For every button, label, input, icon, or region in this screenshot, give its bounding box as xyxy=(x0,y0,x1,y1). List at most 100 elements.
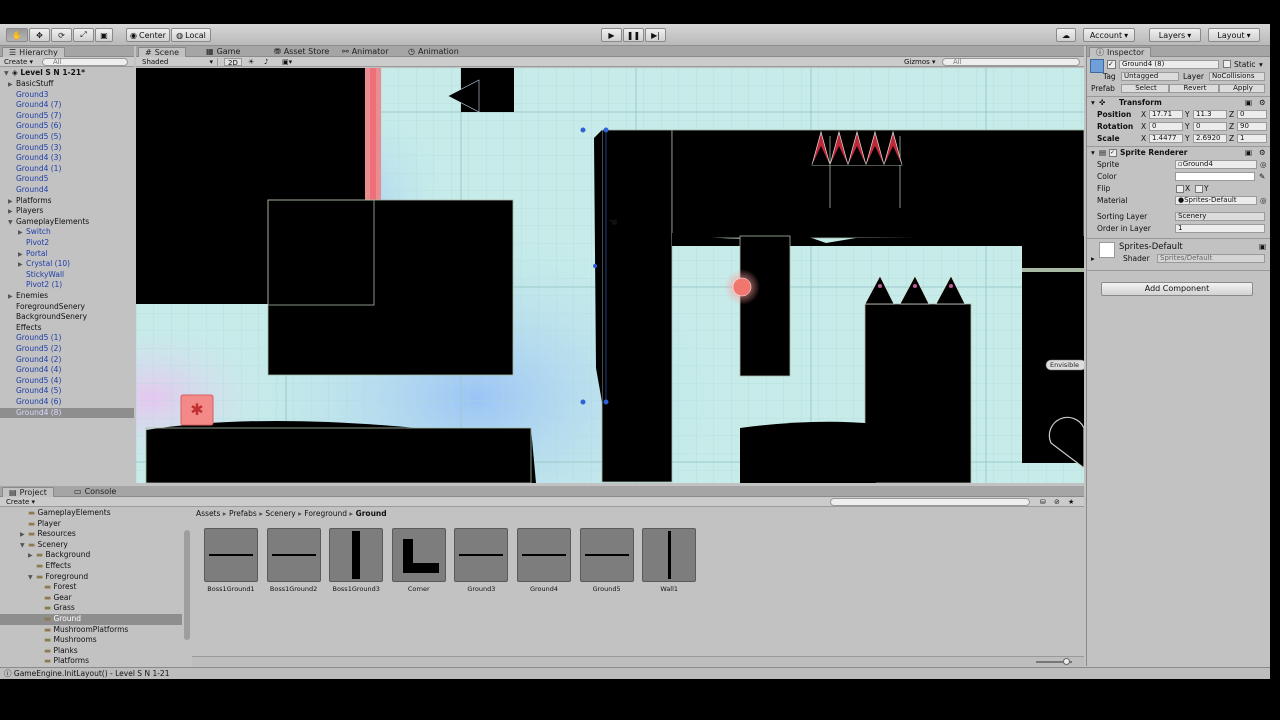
object-picker-icon[interactable]: ◎ xyxy=(1260,159,1267,171)
hierarchy-item[interactable]: Ground5 (6) xyxy=(0,121,134,132)
layer-dropdown[interactable]: NoCollisions xyxy=(1209,72,1265,81)
move-tool-icon[interactable]: ✥ xyxy=(29,28,50,42)
scale-tool-icon[interactable]: ⤢ xyxy=(73,28,94,42)
transform-header[interactable]: ▾ ✜ Transform ▣ ⚙ xyxy=(1087,97,1270,109)
material-field[interactable]: ●Sprites-Default xyxy=(1175,196,1257,205)
scale-y-field[interactable]: 2.6920 xyxy=(1193,134,1227,143)
rotation-y-field[interactable]: 0 xyxy=(1193,122,1227,131)
scene-root[interactable]: ▼ ◈ Level S N 1-21* xyxy=(4,68,134,79)
prefab-revert-button[interactable]: Revert xyxy=(1169,84,1219,93)
eyedropper-icon[interactable]: ✎ xyxy=(1259,171,1265,183)
gizmos-dropdown[interactable]: Gizmos ▾ xyxy=(904,58,936,66)
play-button[interactable]: ▶ xyxy=(601,28,622,42)
hierarchy-item[interactable]: ▶ BasicStuff xyxy=(0,79,134,90)
tab-inspector[interactable]: ⓘ Inspector xyxy=(1089,47,1152,57)
rotate-tool-icon[interactable]: ⟳ xyxy=(51,28,72,42)
project-create-button[interactable]: Create ▾ xyxy=(6,498,35,506)
prefab-apply-button[interactable]: Apply xyxy=(1219,84,1265,93)
rect-tool-icon[interactable]: ▣ xyxy=(95,28,113,42)
slider-handle[interactable] xyxy=(1063,658,1070,665)
chevron-right-icon[interactable]: ▸ xyxy=(1091,253,1095,265)
tab-animation[interactable]: ◷ Animation xyxy=(402,47,465,57)
account-dropdown[interactable]: Account ▾ xyxy=(1083,28,1135,42)
position-z-field[interactable]: 0 xyxy=(1237,110,1267,119)
asset-tile[interactable]: Corner xyxy=(391,528,446,593)
folder-item[interactable]: ▬ Mushrooms xyxy=(0,635,182,646)
folder-item[interactable]: ▶ ▬ Background xyxy=(0,550,182,561)
hierarchy-item[interactable]: Ground4 (5) xyxy=(0,386,134,397)
hierarchy-item[interactable]: BackgroundSenery xyxy=(0,312,134,323)
scene-viewport[interactable]: ✱ ☚ Envisible xyxy=(136,68,1084,483)
hierarchy-item[interactable]: Ground3 xyxy=(0,90,134,101)
step-button[interactable]: ▶| xyxy=(645,28,666,42)
shader-dropdown[interactable]: Sprites/Default xyxy=(1157,254,1265,263)
flip-y-checkbox[interactable] xyxy=(1195,185,1203,193)
cloud-icon[interactable]: ☁ xyxy=(1056,28,1076,42)
hierarchy-item[interactable]: Pivot2 xyxy=(0,238,134,249)
hierarchy-item[interactable]: Ground4 xyxy=(0,185,134,196)
sprite-renderer-header[interactable]: ▾ ▤ ✓ Sprite Renderer ▣ ⚙ xyxy=(1087,147,1270,159)
hierarchy-item[interactable]: ▶ Switch xyxy=(0,227,134,238)
hierarchy-item[interactable]: ForegroundSenery xyxy=(0,302,134,313)
hierarchy-item[interactable]: Ground5 (5) xyxy=(0,132,134,143)
static-checkbox[interactable] xyxy=(1223,60,1231,68)
hierarchy-item[interactable]: Ground4 (3) xyxy=(0,153,134,164)
2d-mode-toggle[interactable]: 2D xyxy=(224,58,242,67)
hierarchy-item[interactable]: ▶ Portal xyxy=(0,249,134,260)
tab-game[interactable]: ▦ Game xyxy=(200,47,246,57)
hierarchy-item[interactable]: Pivot2 (1) xyxy=(0,280,134,291)
order-field[interactable]: 1 xyxy=(1175,224,1265,233)
folder-item[interactable]: ▬ Ground xyxy=(0,614,182,625)
hierarchy-item[interactable]: Ground4 (8) xyxy=(0,407,134,419)
folder-item[interactable]: ▬ Platforms xyxy=(0,656,182,666)
hierarchy-search-input[interactable]: All xyxy=(42,58,128,66)
tab-project[interactable]: ▤ Project xyxy=(2,487,54,497)
folder-item[interactable]: ▬ Gear xyxy=(0,593,182,604)
audio-icon[interactable]: ♪ xyxy=(264,58,268,66)
folder-item[interactable]: ▬ Player xyxy=(0,519,182,530)
asset-tile[interactable]: Boss1Ground3 xyxy=(329,528,384,593)
selected-ground[interactable] xyxy=(601,129,673,483)
asset-tile[interactable]: Ground4 xyxy=(517,528,571,593)
hierarchy-item[interactable]: ▼ GameplayElements xyxy=(0,217,134,228)
help-icon[interactable]: ▣ xyxy=(1245,147,1252,159)
tab-asset-store[interactable]: ⛃ Asset Store xyxy=(268,47,335,57)
sprite-field[interactable]: ▫Ground4 xyxy=(1175,160,1257,169)
tag-dropdown[interactable]: Untagged xyxy=(1121,72,1179,81)
pause-button[interactable]: ❚❚ xyxy=(623,28,644,42)
hierarchy-item[interactable]: StickyWall xyxy=(0,270,134,281)
hierarchy-item[interactable]: Ground5 (3) xyxy=(0,143,134,154)
add-component-button[interactable]: Add Component xyxy=(1101,282,1253,296)
hierarchy-item[interactable]: Effects xyxy=(0,323,134,334)
hierarchy-item[interactable]: Ground4 (4) xyxy=(0,365,134,376)
hierarchy-item[interactable]: Ground4 (2) xyxy=(0,355,134,366)
hierarchy-item[interactable]: Ground4 (7) xyxy=(0,100,134,111)
folder-item[interactable]: ▬ MushroomPlatforms xyxy=(0,625,182,636)
chevron-down-icon[interactable]: ▾ xyxy=(1259,59,1263,71)
folder-item[interactable]: ▬ Effects xyxy=(0,561,182,572)
folder-tree-scrollbar[interactable] xyxy=(184,530,190,640)
tab-animator[interactable]: ⚯ Animator xyxy=(336,47,394,57)
hierarchy-item[interactable]: Ground5 (7) xyxy=(0,111,134,122)
hierarchy-item[interactable]: ▶ Platforms xyxy=(0,196,134,207)
effects-icon[interactable]: ▣▾ xyxy=(282,58,292,66)
folder-item[interactable]: ▬ Planks xyxy=(0,646,182,657)
gear-icon[interactable]: ⚙ xyxy=(1259,97,1266,109)
position-y-field[interactable]: 11.3 xyxy=(1193,110,1227,119)
sprite-renderer-enabled-checkbox[interactable]: ✓ xyxy=(1109,149,1117,157)
folder-item[interactable]: ▬ Grass xyxy=(0,603,182,614)
hierarchy-item[interactable]: Ground4 (1) xyxy=(0,164,134,175)
hierarchy-item[interactable]: ▶ Enemies xyxy=(0,291,134,302)
lighting-icon[interactable]: ☀ xyxy=(248,58,254,66)
position-x-field[interactable]: 17.71 xyxy=(1149,110,1183,119)
asset-tile[interactable]: Boss1Ground1 xyxy=(204,528,258,593)
folder-item[interactable]: ▬ Forest xyxy=(0,582,182,593)
folder-item[interactable]: ▼ ▬ Foreground xyxy=(0,572,182,583)
scale-z-field[interactable]: 1 xyxy=(1237,134,1267,143)
hierarchy-item[interactable]: Ground4 (6) xyxy=(0,397,134,408)
asset-tile[interactable]: Ground3 xyxy=(454,528,509,593)
hierarchy-item[interactable]: Ground5 xyxy=(0,174,134,185)
asset-tile[interactable]: Boss1Ground2 xyxy=(266,528,321,593)
pivot-local-toggle[interactable]: ◍ Local xyxy=(171,28,211,42)
tab-console[interactable]: ▭ Console xyxy=(68,487,122,497)
